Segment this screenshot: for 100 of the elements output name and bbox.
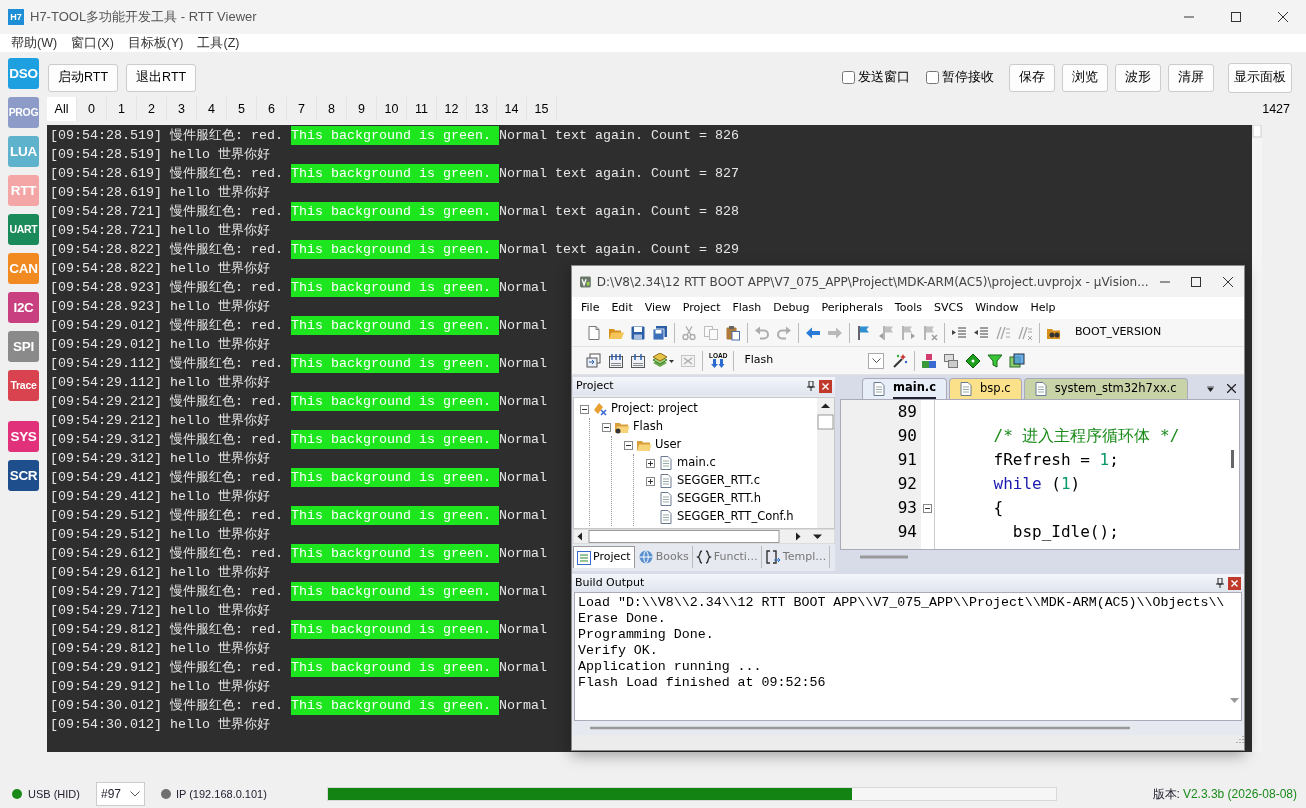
device-dropdown[interactable]: #97 — [95, 782, 145, 806]
save-icon[interactable] — [630, 324, 646, 341]
tree-item[interactable]: SEGGER_RTT.h — [677, 490, 761, 508]
log-message: 慢件服红色: red. — [170, 697, 283, 715]
pane-tab[interactable]: Templ… — [761, 546, 831, 568]
log-timestamp: [09:54:29.912] — [50, 659, 162, 677]
sidebar-button[interactable]: I2C — [8, 292, 39, 323]
pane-tab[interactable]: Functi… — [692, 546, 762, 568]
checkbox[interactable] — [842, 71, 855, 84]
diamond-icon[interactable] — [965, 352, 982, 369]
file-icon — [658, 491, 674, 507]
log-message: hello 世界你好 — [170, 526, 270, 544]
pin-icon[interactable] — [807, 381, 815, 391]
menu-item[interactable]: View — [638, 299, 677, 317]
batch-build-icon[interactable] — [652, 352, 674, 369]
toolbar-button[interactable]: 显示面板 — [1228, 62, 1292, 93]
close-icon[interactable] — [1227, 384, 1236, 393]
pane-tab[interactable]: Books — [634, 546, 693, 568]
sidebar-button[interactable]: SCR — [8, 460, 39, 491]
channel-tab[interactable]: All — [47, 97, 77, 121]
funnel-icon[interactable] — [987, 352, 1004, 369]
tree-item[interactable]: main.c — [677, 454, 716, 472]
toolbar-button[interactable]: 启动RTT — [48, 63, 119, 92]
sidebar-button[interactable]: SYS — [8, 421, 39, 452]
menu-item[interactable]: SVCS — [927, 299, 970, 317]
maximize-icon[interactable] — [1230, 12, 1241, 22]
menu-item[interactable]: 帮助(W) — [4, 33, 65, 53]
toolbar-button[interactable]: 退出RTT — [126, 63, 197, 92]
tree-item[interactable]: SEGGER_RTT.c — [677, 472, 760, 490]
list-icon — [577, 550, 591, 565]
highlighted-text: This background is green. — [291, 544, 499, 563]
line-number: 94 — [896, 521, 917, 543]
blocks-icon[interactable] — [921, 352, 938, 369]
tree-item[interactable]: SEGGER_RTT_Conf.h — [677, 508, 794, 526]
vertical-scrollbar[interactable] — [817, 398, 834, 528]
chevron-down-icon — [871, 358, 881, 363]
tree-item[interactable]: Flash — [633, 418, 664, 436]
magic-wand-icon[interactable] — [892, 352, 909, 369]
log-timestamp: [09:54:29.712] — [50, 583, 162, 601]
menu-item[interactable]: Flash — [726, 299, 768, 317]
paste-icon[interactable] — [725, 324, 741, 341]
translate-icon[interactable] — [586, 352, 602, 369]
menu-item[interactable]: Debug — [767, 299, 816, 317]
toolbar-button[interactable]: 波形 — [1115, 63, 1161, 92]
tree-item[interactable]: User — [655, 436, 682, 454]
menu-item[interactable]: Tools — [888, 299, 928, 317]
log-message: hello 世界你好 — [170, 716, 270, 734]
flag-icon[interactable] — [856, 324, 872, 341]
menu-item[interactable]: Help — [1024, 299, 1062, 317]
menu-item[interactable]: 目标板(Y) — [120, 33, 191, 53]
collapse-icon[interactable] — [624, 440, 633, 450]
window-title: D:\V8\2.34\12 RTT BOOT APP\V7_075_APP\Project\MDK-ARM(AC5)\project.uvprojx - µVision... — [596, 273, 1149, 291]
close-icon[interactable] — [1223, 276, 1234, 287]
resize-grip-icon[interactable] — [1234, 735, 1244, 745]
maximize-icon[interactable] — [1191, 276, 1202, 287]
collapse-icon[interactable] — [580, 404, 589, 414]
new-file-icon[interactable] — [586, 324, 602, 341]
menu-item[interactable]: Window — [969, 299, 1025, 317]
log-timestamp: [09:54:29.112] — [50, 355, 162, 373]
collapse-icon[interactable] — [602, 422, 611, 432]
log-timestamp: [09:54:29.212] — [50, 393, 162, 411]
toolbar-button[interactable]: 清屏 — [1168, 63, 1214, 92]
pin-icon[interactable] — [1216, 578, 1224, 588]
menu-item[interactable]: 工具(Z) — [190, 33, 247, 53]
highlighted-text: This background is green. — [291, 202, 499, 221]
checkbox[interactable] — [926, 71, 939, 84]
dropdown-icon[interactable] — [1206, 386, 1215, 392]
rebuild-icon[interactable] — [630, 352, 646, 369]
version-label: 版本: — [1152, 786, 1180, 803]
menu-item[interactable]: 窗口(X) — [64, 33, 121, 53]
build-icon[interactable] — [608, 352, 624, 369]
indent-icon[interactable] — [951, 324, 967, 341]
expand-icon[interactable] — [646, 476, 655, 486]
menu-item[interactable]: Project — [676, 299, 727, 317]
log-timestamp: [09:54:29.312] — [50, 450, 162, 468]
code-token: 1 — [1099, 450, 1110, 469]
fold-icon[interactable] — [923, 503, 932, 513]
log-timestamp: [09:54:29.812] — [50, 621, 162, 639]
menu-item[interactable]: Edit — [605, 299, 639, 317]
close-icon[interactable] — [819, 379, 832, 393]
toolbar-button[interactable]: 保存 — [1009, 63, 1055, 92]
toolbar-button[interactable]: 浏览 — [1062, 63, 1108, 92]
editor-tab[interactable]: bsp.c — [949, 378, 1022, 399]
stacked-windows-icon[interactable] — [943, 352, 960, 369]
menu-item[interactable]: File — [575, 299, 606, 317]
editor-tab[interactable]: system_stm32h7xx.c — [1023, 378, 1188, 399]
sidebar-button[interactable]: UART — [8, 214, 39, 245]
save-all-icon[interactable] — [652, 324, 668, 341]
layers-icon[interactable] — [1009, 352, 1026, 369]
horizontal-scrollbar[interactable] — [573, 529, 835, 544]
expand-icon[interactable] — [646, 458, 655, 468]
close-icon[interactable] — [1277, 12, 1288, 22]
menu-item[interactable]: Peripherals — [815, 299, 889, 317]
close-icon[interactable] — [1228, 576, 1241, 590]
tree-item[interactable]: Project: project — [611, 400, 698, 418]
sidebar-button[interactable]: Trace — [8, 370, 39, 401]
target-dropdown[interactable]: Flash — [739, 350, 888, 371]
editor-tab[interactable]: main.c — [862, 378, 948, 399]
unindent-icon[interactable] — [973, 324, 989, 341]
pane-tab[interactable]: Project — [573, 546, 635, 568]
